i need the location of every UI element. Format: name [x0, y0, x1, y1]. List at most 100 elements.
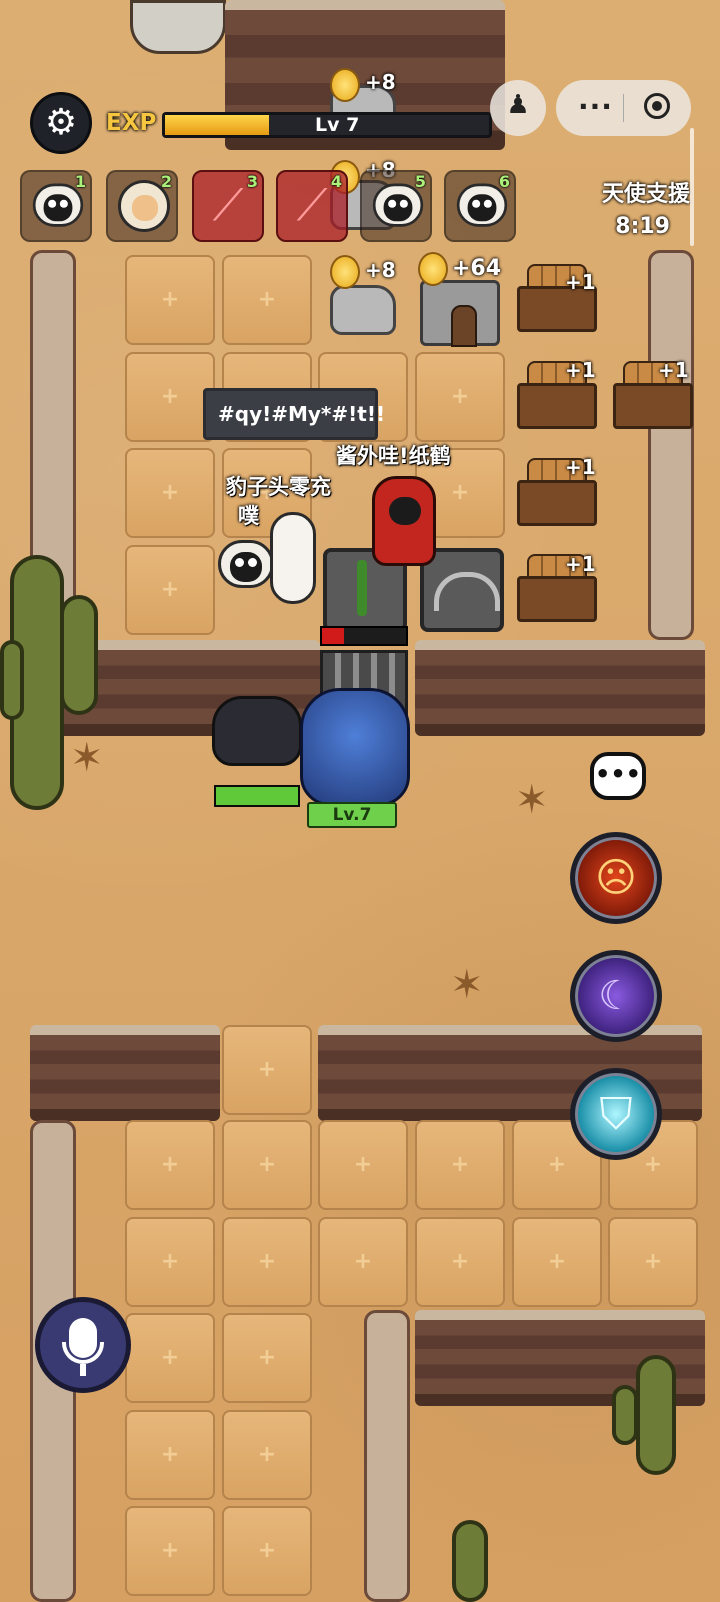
capsule-divider	[623, 94, 624, 122]
gold-coin-icon	[330, 255, 360, 289]
floor-tile[interactable]	[222, 1410, 312, 1500]
cactus	[636, 1355, 676, 1475]
player-name: 豹子头零充	[226, 475, 331, 499]
crate-bonus: +1	[565, 358, 596, 382]
boss-level-text: Lv.7	[332, 805, 372, 825]
exp-bar-fill	[165, 115, 269, 135]
chat-dots-icon: •••	[594, 760, 642, 788]
rock-bonus: +8	[365, 70, 396, 94]
stone-wall-mid-right	[415, 640, 705, 736]
floor-tile[interactable]	[125, 255, 215, 345]
boss-level-badge: Lv.7	[307, 802, 397, 828]
crate-bonus: +1	[658, 358, 689, 382]
cactus-arm	[612, 1385, 638, 1445]
microphone-stand	[62, 1342, 104, 1364]
game-board: +8 +8 +8 +64 +1 +1 +1 +1 +1 #qy!#My*#!t!…	[0, 0, 720, 1602]
floor-tile[interactable]	[222, 1025, 312, 1115]
more-options-icon[interactable]: ···	[578, 90, 613, 123]
floor-tile[interactable]	[415, 1217, 505, 1307]
angel-support-title: 天使支援	[601, 182, 690, 207]
voice-button[interactable]	[35, 1297, 131, 1393]
gear-icon: ⚙	[44, 102, 78, 143]
party-slot-6[interactable]: 6	[444, 170, 516, 242]
party-slot-1[interactable]: 1	[20, 170, 92, 242]
floor-tile[interactable]	[125, 1313, 215, 1403]
gold-house[interactable]	[420, 280, 500, 347]
angry-face-icon: ☹	[595, 855, 637, 901]
dry-bush: ✶	[450, 962, 484, 1008]
party-slot-3[interactable]: ⟋ 3	[192, 170, 264, 242]
angel-support-timer: 8:19	[615, 214, 670, 239]
profile-button[interactable]: ♟	[490, 80, 546, 136]
gold-coin-icon	[418, 252, 448, 286]
wolf-health-fill	[216, 787, 298, 805]
floor-tile[interactable]	[415, 352, 505, 442]
arrow-icon	[357, 560, 367, 616]
stone-pillar	[648, 250, 694, 640]
floor-tile[interactable]	[125, 1410, 215, 1500]
floor-tile[interactable]	[125, 448, 215, 538]
gate-health-bar	[320, 626, 408, 646]
party-slot-2[interactable]: 2	[106, 170, 178, 242]
chat-bubble-text: #qy!#My*#!t!!	[218, 402, 386, 426]
crossbow-icon	[434, 572, 500, 611]
sheep-icon	[372, 183, 424, 247]
floor-tile[interactable]	[125, 352, 215, 442]
floor-tile[interactable]	[608, 1217, 698, 1307]
sheep-icon	[456, 183, 508, 247]
settings-button[interactable]: ⚙	[30, 92, 92, 154]
joystick-icon: ♟	[506, 90, 530, 120]
floor-tile[interactable]	[415, 1120, 505, 1210]
crate-bonus: +1	[565, 455, 596, 479]
floor-tile[interactable]	[125, 1217, 215, 1307]
dry-bush: ✶	[70, 735, 104, 781]
doctor-sheep-character[interactable]	[270, 512, 316, 604]
slot-number: 5	[414, 172, 426, 191]
floor-tile[interactable]	[222, 1313, 312, 1403]
ore-rock[interactable]	[330, 285, 396, 335]
slot-number: 4	[330, 172, 342, 191]
floor-tile[interactable]	[222, 1120, 312, 1210]
floor-tile[interactable]	[318, 1120, 408, 1210]
player-name-line2: 噗	[238, 504, 259, 528]
gate-health-fill	[322, 628, 344, 644]
floor-tile[interactable]	[318, 1217, 408, 1307]
close-target-icon[interactable]	[644, 93, 670, 119]
floor-tile[interactable]	[222, 1506, 312, 1596]
mini-program-capsule: ···	[556, 80, 691, 136]
chat-button[interactable]: •••	[590, 752, 646, 800]
cactus	[452, 1520, 488, 1602]
slot-number: 6	[498, 172, 510, 191]
shield-icon: ⛉	[599, 1089, 633, 1140]
floor-tile[interactable]	[125, 1120, 215, 1210]
armored-sheep-character[interactable]	[372, 476, 436, 566]
floor-tile[interactable]	[512, 1217, 602, 1307]
slot-number: 2	[160, 172, 172, 191]
rock-bonus: +8	[365, 258, 396, 282]
microphone-base	[80, 1364, 86, 1376]
wolf-head-icon: ☾	[598, 973, 634, 1019]
exp-bar: Lv 7	[162, 112, 492, 138]
house-door	[451, 305, 477, 347]
howl-skill-button[interactable]: ☾	[570, 950, 662, 1042]
werewolf-boss[interactable]	[300, 688, 410, 806]
party-slot-4[interactable]: ⟋ 4	[276, 170, 348, 242]
floor-tile[interactable]	[222, 1217, 312, 1307]
slot-number: 3	[246, 172, 258, 191]
cactus-arm	[60, 595, 98, 715]
party-slot-5[interactable]: 5	[360, 170, 432, 242]
level-label: Lv 7	[315, 114, 360, 136]
scroll-indicator	[690, 128, 694, 246]
crate-bonus: +1	[565, 270, 596, 294]
skull-decoration	[130, 0, 226, 54]
stone-wall-lower	[30, 1025, 220, 1121]
rage-skill-button[interactable]: ☹	[570, 832, 662, 924]
sheep-character[interactable]	[218, 540, 274, 610]
floor-tile[interactable]	[125, 1506, 215, 1596]
floor-tile[interactable]	[125, 545, 215, 635]
player-name: 酱外哇!纸鹤	[336, 444, 451, 468]
angel-support-panel[interactable]: 天使支援 8:19	[580, 172, 700, 246]
shield-skill-button[interactable]: ⛉	[570, 1068, 662, 1160]
black-wolf-enemy[interactable]	[212, 696, 302, 766]
floor-tile[interactable]	[222, 255, 312, 345]
